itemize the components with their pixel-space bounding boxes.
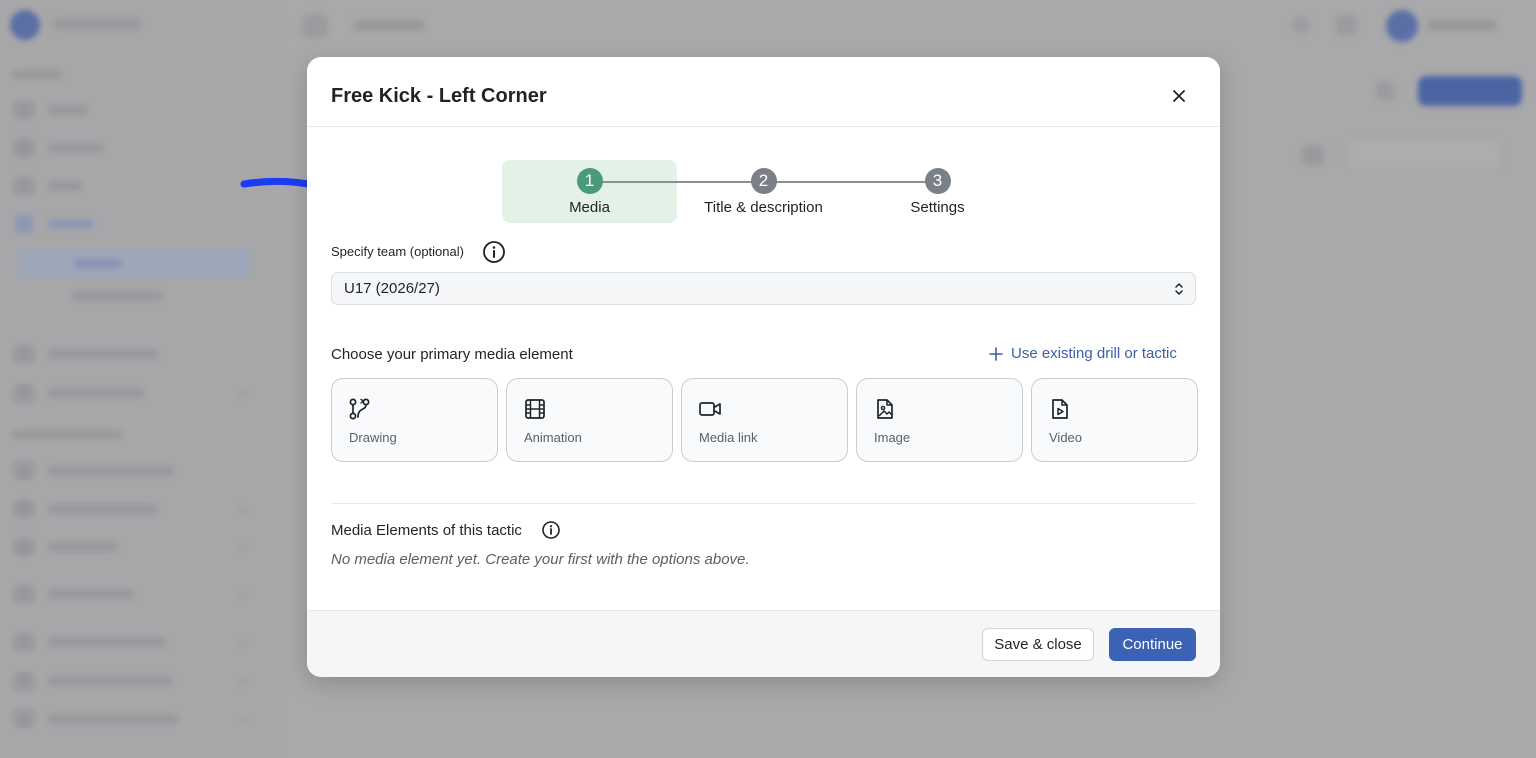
- notification-icon: [1336, 15, 1356, 35]
- stepper: 1 Media 2 Title & description 3 Settings: [502, 160, 1025, 223]
- media-option-label: Media link: [699, 430, 758, 445]
- sidebar-item-active: [14, 215, 94, 233]
- media-option-label: Image: [874, 430, 911, 445]
- chevron-icon: [236, 540, 248, 552]
- app-logo-icon: [10, 10, 40, 40]
- sidebar-item: [14, 585, 134, 603]
- media-option-label: Video: [1049, 430, 1083, 445]
- sidebar-item: [14, 538, 118, 556]
- plus-icon: [989, 346, 1003, 361]
- chevron-icon: [236, 635, 248, 647]
- avatar: [1386, 10, 1418, 42]
- media-options: Drawing Animation Media link Image Video: [331, 378, 1198, 462]
- sidebar-item: [14, 101, 88, 119]
- section-divider: [331, 503, 1196, 504]
- image-file-icon: [877, 399, 893, 419]
- background-search-field: [1350, 140, 1500, 168]
- media-option-label: Animation: [524, 430, 582, 445]
- media-option-media-link[interactable]: Media link: [681, 378, 848, 462]
- step-number: 1: [576, 168, 603, 194]
- help-icon: [1292, 16, 1310, 34]
- sidebar-toggle-icon: [302, 14, 328, 38]
- filter-icon: [1376, 82, 1394, 100]
- modal-footer: Save & close Continue: [307, 610, 1220, 677]
- sidebar-section-heading: [12, 430, 122, 439]
- sidebar-item: [14, 500, 158, 518]
- media-option-label: Drawing: [349, 430, 397, 445]
- use-existing-label: Use existing drill or tactic: [1011, 345, 1177, 362]
- background-sidebar: [0, 0, 275, 758]
- step-settings[interactable]: 3 Settings: [850, 168, 1025, 216]
- sidebar-item: [14, 633, 166, 651]
- step-number: 2: [750, 168, 777, 194]
- chevron-up-down-icon: [1175, 283, 1183, 295]
- team-select-value: U17 (2026/27): [344, 280, 440, 297]
- video-camera-icon: [699, 402, 721, 416]
- user-name-placeholder: [1428, 20, 1496, 31]
- modal-title: Free Kick - Left Corner: [331, 85, 547, 107]
- video-file-icon: [1052, 399, 1068, 419]
- chevron-icon: [236, 502, 248, 514]
- close-icon: [1173, 90, 1185, 102]
- view-toggle-icon: [1302, 145, 1324, 165]
- sidebar-item: [14, 672, 172, 690]
- breadcrumb: [354, 20, 424, 31]
- close-button[interactable]: [1169, 86, 1189, 106]
- drawing-icon: [349, 398, 370, 420]
- sidebar-item: [14, 345, 158, 363]
- team-label: Specify team (optional): [331, 244, 464, 259]
- sidebar-item: [14, 177, 82, 195]
- step-media[interactable]: 1 Media: [502, 168, 677, 216]
- sidebar-subitem-active: [18, 249, 250, 277]
- step-title-description[interactable]: 2 Title & description: [676, 168, 851, 216]
- sidebar-item: [14, 462, 174, 480]
- media-option-video[interactable]: Video: [1031, 378, 1198, 462]
- step-number: 3: [924, 168, 951, 194]
- media-elements-label: Media Elements of this tactic: [331, 522, 522, 539]
- create-tactic-modal: Free Kick - Left Corner 1 Media 2 Title …: [307, 57, 1220, 677]
- media-option-drawing[interactable]: Drawing: [331, 378, 498, 462]
- team-select[interactable]: U17 (2026/27): [331, 272, 1196, 305]
- chevron-icon: [236, 587, 248, 599]
- app-name-placeholder: [54, 18, 142, 30]
- sidebar-item: [14, 710, 178, 728]
- sidebar-item: [14, 139, 104, 157]
- sidebar-item: [14, 384, 144, 402]
- continue-button[interactable]: Continue: [1109, 628, 1196, 661]
- sidebar-subitem: [56, 291, 162, 301]
- chevron-icon: [236, 674, 248, 686]
- use-existing-link[interactable]: Use existing drill or tactic: [989, 345, 1177, 362]
- chevron-icon: [236, 712, 248, 724]
- film-icon: [525, 399, 545, 419]
- step-label: Settings: [910, 199, 965, 216]
- info-icon[interactable]: [541, 520, 561, 540]
- media-option-animation[interactable]: Animation: [506, 378, 673, 462]
- step-label: Media: [569, 199, 610, 216]
- modal-header: Free Kick - Left Corner: [307, 57, 1220, 127]
- media-section-label: Choose your primary media element: [331, 346, 573, 363]
- info-icon[interactable]: [482, 240, 506, 264]
- chevron-icon: [236, 386, 248, 398]
- step-label: Title & description: [704, 199, 823, 216]
- media-option-image[interactable]: Image: [856, 378, 1023, 462]
- background-primary-button: [1418, 76, 1522, 106]
- media-elements-empty-text: No media element yet. Create your first …: [331, 551, 750, 568]
- save-close-button[interactable]: Save & close: [982, 628, 1094, 661]
- sidebar-section-heading: [12, 70, 62, 79]
